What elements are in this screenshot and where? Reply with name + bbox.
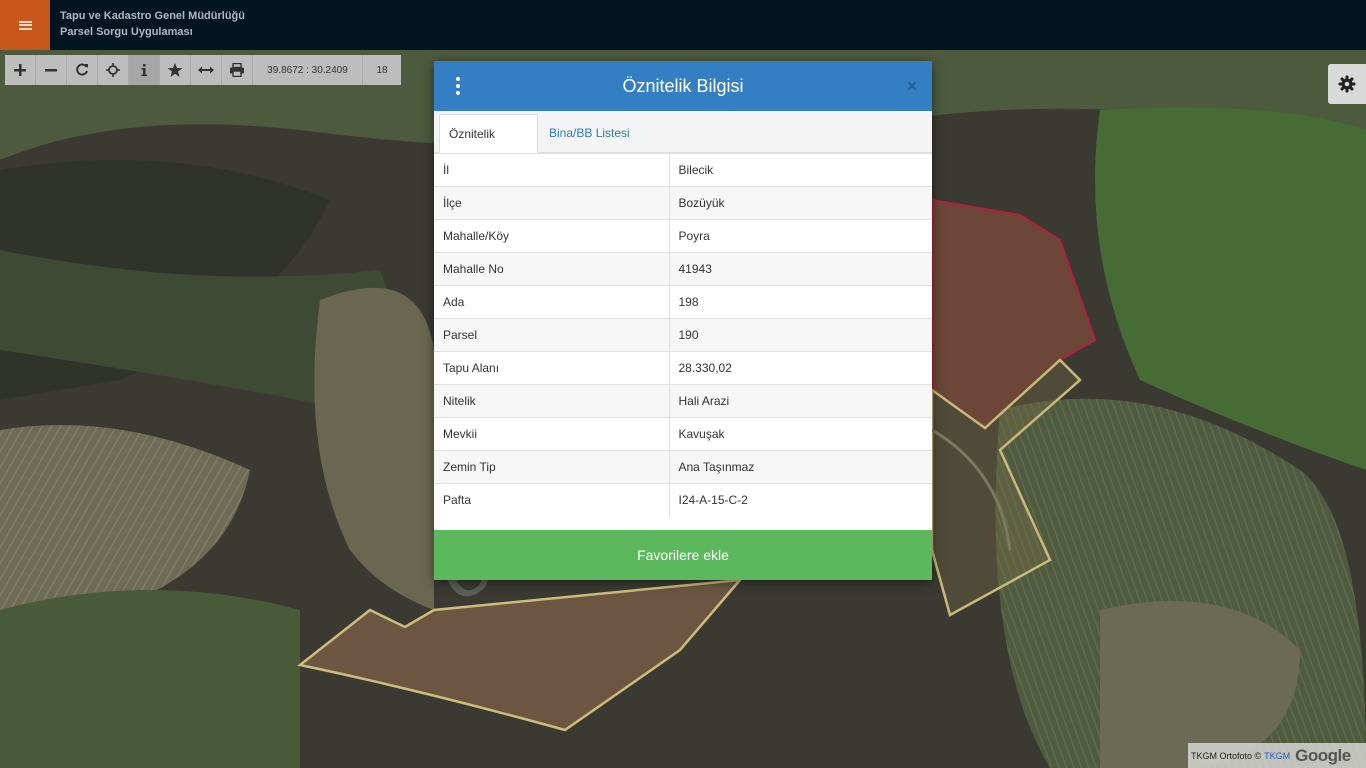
table-row: Zemin Tip Ana Taşınmaz bbox=[434, 450, 932, 484]
zoom-out-button[interactable] bbox=[36, 55, 67, 85]
table-row: Ada 198 bbox=[434, 285, 932, 319]
attribute-key: İl bbox=[434, 153, 670, 187]
attribute-key: Ada bbox=[434, 285, 670, 319]
attribute-key: Mahalle/Köy bbox=[434, 219, 670, 253]
modal-title: Öznitelik Bilgisi bbox=[622, 76, 744, 96]
attribute-key: Tapu Alanı bbox=[434, 351, 670, 385]
attribute-info-modal: Öznitelik Bilgisi × Öznitelik Bilgisi Bi… bbox=[434, 61, 932, 580]
attribute-key: Nitelik bbox=[434, 384, 670, 418]
attribute-value: 198 bbox=[669, 285, 932, 319]
modal-header: Öznitelik Bilgisi × bbox=[434, 61, 932, 111]
attribute-value: Ana Taşınmaz bbox=[669, 450, 932, 484]
app-brand: Tapu ve Kadastro Genel Müdürlüğü Parsel … bbox=[60, 8, 245, 40]
attribute-value: 41943 bbox=[669, 252, 932, 286]
attribute-key: Mahalle No bbox=[434, 252, 670, 286]
attribution-text: TKGM Ortofoto © bbox=[1191, 750, 1262, 761]
attribute-key: Pafta bbox=[434, 483, 670, 517]
tab-attribute-info[interactable]: Öznitelik Bilgisi bbox=[439, 114, 538, 179]
measure-icon bbox=[198, 66, 214, 74]
more-options-icon[interactable] bbox=[452, 77, 464, 95]
add-to-favorites-button[interactable]: Favorilere ekle bbox=[434, 530, 932, 580]
print-icon bbox=[230, 63, 244, 77]
table-row: Mevkii Kavuşak bbox=[434, 417, 932, 451]
info-button[interactable] bbox=[129, 55, 160, 85]
attribute-value: I24-A-15-C-2 bbox=[669, 483, 932, 517]
star-icon bbox=[167, 63, 183, 77]
refresh-icon bbox=[76, 63, 88, 76]
table-row: Mahalle/Köy Poyra bbox=[434, 219, 932, 253]
attribute-table: İl Bilecik İlçe Bozüyük Mahalle/Köy Poyra M… bbox=[434, 153, 932, 517]
attribute-key: Parsel bbox=[434, 318, 670, 352]
attribute-value: 28.330,02 bbox=[669, 351, 932, 385]
hamburger-menu-button[interactable] bbox=[0, 0, 50, 50]
table-row: Nitelik Hali Arazi bbox=[434, 384, 932, 418]
tab-building-list[interactable]: Bina/BB Listesi bbox=[540, 114, 639, 153]
attribute-key: İlçe bbox=[434, 186, 670, 220]
favorites-button[interactable] bbox=[160, 55, 191, 85]
gear-icon bbox=[1338, 75, 1356, 93]
zoom-in-button[interactable] bbox=[5, 55, 36, 85]
attribute-value: 190 bbox=[669, 318, 932, 352]
table-row: Parsel 190 bbox=[434, 318, 932, 352]
map-attribution: TKGM Ortofoto © TKGM Google bbox=[1188, 743, 1366, 768]
coordinate-readout: 39.8672 : 30.2409 bbox=[253, 55, 363, 85]
attribute-key: Mevkii bbox=[434, 417, 670, 451]
measure-button[interactable] bbox=[191, 55, 222, 85]
print-button[interactable] bbox=[222, 55, 253, 85]
attribute-value: Bozüyük bbox=[669, 186, 932, 220]
minus-icon bbox=[45, 69, 57, 72]
plus-icon bbox=[14, 64, 26, 76]
google-logo: Google bbox=[1295, 745, 1351, 765]
attribute-value: Kavuşak bbox=[669, 417, 932, 451]
crosshair-icon bbox=[106, 63, 120, 77]
locate-button[interactable] bbox=[98, 55, 129, 85]
settings-button[interactable] bbox=[1328, 64, 1366, 104]
refresh-button[interactable] bbox=[67, 55, 98, 85]
attribute-key: Zemin Tip bbox=[434, 450, 670, 484]
brand-line-2: Parsel Sorgu Uygulaması bbox=[60, 26, 193, 38]
info-icon bbox=[141, 64, 147, 77]
attribute-value: Poyra bbox=[669, 219, 932, 253]
map-toolbar: 39.8672 : 30.2409 18 bbox=[5, 55, 401, 85]
close-icon[interactable]: × bbox=[904, 75, 920, 97]
attribute-value: Bilecik bbox=[669, 153, 932, 187]
zoom-level-readout: 18 bbox=[363, 55, 401, 85]
brand-line-1: Tapu ve Kadastro Genel Müdürlüğü bbox=[60, 10, 245, 22]
table-row: İl Bilecik bbox=[434, 153, 932, 187]
top-bar: Tapu ve Kadastro Genel Müdürlüğü Parsel … bbox=[0, 0, 1366, 50]
modal-tabs: Öznitelik Bilgisi Bina/BB Listesi bbox=[434, 111, 932, 179]
attribute-value: Hali Arazi bbox=[669, 384, 932, 418]
table-row: Mahalle No 41943 bbox=[434, 252, 932, 286]
table-row: Tapu Alanı 28.330,02 bbox=[434, 351, 932, 385]
hamburger-icon bbox=[18, 20, 32, 30]
attribution-link[interactable]: TKGM bbox=[1264, 751, 1290, 761]
table-row: Pafta I24-A-15-C-2 bbox=[434, 483, 932, 517]
table-row: İlçe Bozüyük bbox=[434, 186, 932, 220]
